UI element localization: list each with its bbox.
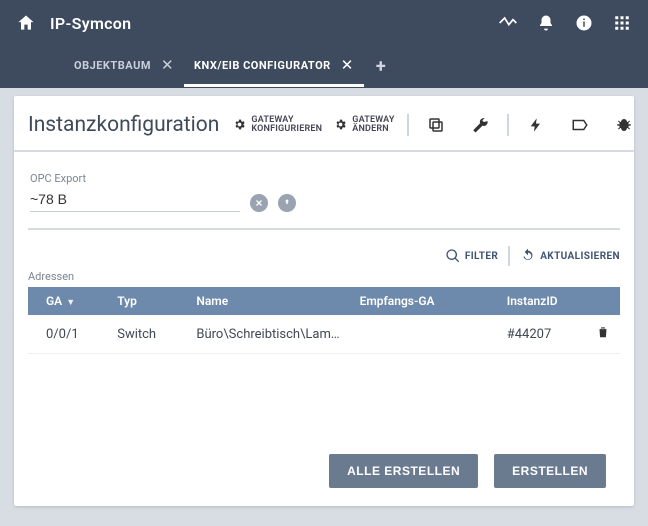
tab-label: KNX/EIB CONFIGURATOR: [194, 59, 331, 72]
table-row[interactable]: 0/0/1 Switch Büro\Schreibtisch\Lam… #442…: [28, 315, 620, 354]
info-icon[interactable]: [570, 9, 598, 37]
separator: [507, 114, 509, 136]
separator: [508, 246, 510, 266]
home-icon[interactable]: [12, 9, 40, 37]
tag-icon[interactable]: [559, 110, 601, 140]
wrench-icon[interactable]: [459, 110, 501, 140]
tab-objektbaum[interactable]: OBJEKTBAUM ✕: [64, 46, 184, 87]
tab-label: OBJEKTBAUM: [74, 59, 151, 72]
col-ga[interactable]: GA▼: [28, 287, 107, 315]
gateway-change-button[interactable]: GATEWAY ÄNDERN: [330, 112, 398, 138]
gear-icon: [334, 118, 347, 132]
col-name[interactable]: Name: [186, 287, 349, 315]
gear-icon: [233, 118, 246, 132]
opc-export-label: OPC Export: [30, 172, 618, 185]
divider: [28, 228, 620, 230]
copy-icon[interactable]: [415, 110, 457, 140]
tab-knx-configurator[interactable]: KNX/EIB CONFIGURATOR ✕: [184, 46, 364, 87]
clear-icon[interactable]: [250, 194, 268, 212]
gateway-configure-button[interactable]: GATEWAY KONFIGURIEREN: [229, 112, 326, 138]
filter-button[interactable]: FILTER: [445, 248, 498, 264]
bell-icon[interactable]: [532, 9, 560, 37]
col-empfangs[interactable]: Empfangs-GA: [350, 287, 497, 315]
separator: [407, 114, 409, 136]
create-all-button[interactable]: ALLE ERSTELLEN: [329, 454, 478, 488]
opc-export-input[interactable]: [30, 187, 240, 212]
close-icon[interactable]: ✕: [341, 56, 354, 74]
list-caption: Adressen: [28, 270, 620, 283]
upload-icon[interactable]: [278, 194, 296, 212]
addresses-table: GA▼ Typ Name Empfangs-GA InstanzID 0/0/1…: [28, 287, 620, 354]
col-instanz[interactable]: InstanzID: [497, 287, 586, 315]
sort-desc-icon: ▼: [66, 298, 75, 308]
add-tab-button[interactable]: +: [364, 46, 398, 87]
create-button[interactable]: ERSTELLEN: [494, 454, 606, 488]
page-title: Instanzkonfiguration: [28, 113, 219, 137]
close-icon[interactable]: ✕: [161, 56, 174, 74]
bug-icon[interactable]: [603, 110, 645, 140]
bolt-icon[interactable]: [515, 110, 557, 140]
refresh-button[interactable]: AKTUALISIEREN: [520, 248, 620, 264]
apps-icon[interactable]: [608, 9, 636, 37]
col-typ[interactable]: Typ: [107, 287, 186, 315]
delete-icon[interactable]: [586, 315, 620, 354]
activity-icon[interactable]: [494, 9, 522, 37]
app-title: IP-Symcon: [50, 14, 131, 33]
